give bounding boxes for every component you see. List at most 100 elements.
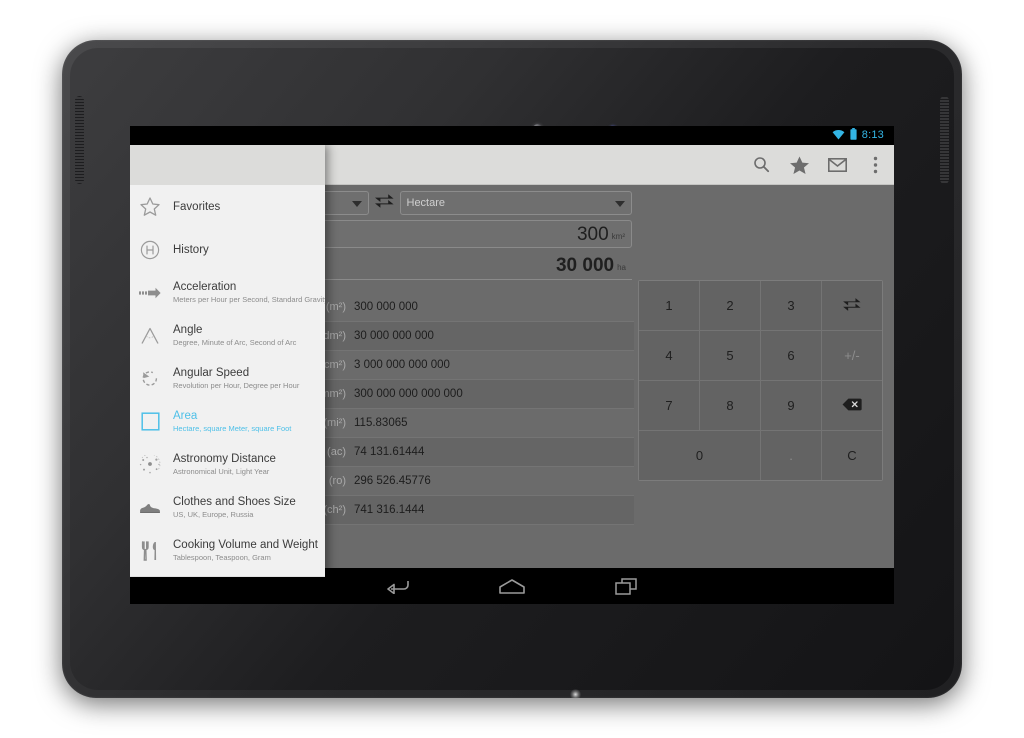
unit-abbreviation: (ac)	[327, 446, 346, 458]
key-decimal-label: .	[789, 448, 793, 463]
wifi-icon	[832, 127, 845, 145]
key-1-label: 1	[665, 298, 673, 313]
key-plus-minus-label: +/-	[844, 348, 860, 363]
drawer-item-angular-speed[interactable]: Angular Speed Revolution per Hour, Degree…	[130, 357, 325, 400]
chevron-down-icon	[615, 201, 625, 207]
drawer-item-clothes-and-shoes-size[interactable]: Clothes and Shoes Size US, UK, Europe, Ru…	[130, 486, 325, 529]
unit-value: 74 131.61444	[354, 446, 425, 458]
drawer-item-label: Favorites	[173, 200, 221, 213]
key-4[interactable]: 4	[639, 331, 699, 380]
overflow-menu-icon[interactable]	[856, 145, 894, 185]
unit-value: 30 000 000 000	[354, 330, 434, 342]
drawer-item-list: Favorites History Acceleration Meters per H…	[130, 185, 325, 572]
unit-value: 300 000 000	[354, 301, 418, 313]
drawer-item-label: Clothes and Shoes Size	[173, 496, 296, 508]
unit-value: 3 000 000 000 000	[354, 359, 450, 371]
key-backspace[interactable]	[822, 381, 882, 430]
drawer-item-label: Acceleration	[173, 281, 237, 293]
drawer-item-subtitle: Degree, Minute of Arc, Second of Arc	[173, 338, 297, 347]
drawer-item-favorites[interactable]: Favorites	[130, 185, 325, 228]
numeric-keypad: 1 2 3 4 5 6 +/- 7 8 9 0. C	[638, 280, 883, 481]
stars-galaxy-icon	[138, 453, 162, 477]
navigation-drawer: Favorites History Acceleration Meters per H…	[130, 145, 325, 577]
swap-units-icon	[843, 297, 861, 315]
key-2[interactable]: 2	[700, 281, 760, 330]
key-7[interactable]: 7	[639, 381, 699, 430]
nav-home-icon[interactable]	[494, 571, 530, 601]
key-8[interactable]: 8	[700, 381, 760, 430]
key-6-label: 6	[787, 348, 795, 363]
nav-recents-icon[interactable]	[608, 571, 644, 601]
unit-value: 296 526.45776	[354, 475, 431, 487]
nav-back-icon[interactable]	[380, 571, 416, 601]
rotation-arrow-icon	[138, 367, 162, 391]
swap-units-icon[interactable]	[374, 193, 394, 214]
to-unit-spinner[interactable]: Hectare	[399, 191, 632, 215]
to-value: 30 000	[555, 255, 615, 276]
star-outline-icon	[138, 195, 162, 219]
key-2-label: 2	[726, 298, 734, 313]
unit-abbreviation: (ch²)	[323, 504, 346, 516]
android-status-bar: 8:13	[130, 126, 894, 145]
key-decimal[interactable]: .	[761, 431, 821, 480]
unit-value: 115.83065	[354, 417, 408, 429]
square-outline-icon	[138, 410, 162, 434]
drawer-item-acceleration[interactable]: Acceleration Meters per Hour per Second, …	[130, 271, 325, 314]
key-0[interactable]: 0	[639, 431, 760, 480]
unit-value: 741 316.1444	[354, 504, 425, 516]
drawer-item-texts: Acceleration Meters per Hour per Second, …	[173, 280, 325, 305]
drawer-item-label: Cooking Volume and Weight	[173, 539, 318, 551]
to-unit-label: Hectare	[406, 197, 446, 209]
drawer-bottom-divider	[130, 576, 325, 577]
drawer-header	[130, 145, 325, 185]
favorite-star-icon[interactable]	[780, 145, 818, 185]
drawer-item-label: Angle	[173, 324, 203, 336]
drawer-item-label: History	[173, 243, 209, 256]
drawer-item-subtitle: Tablespoon, Teaspoon, Gram	[173, 553, 271, 562]
drawer-item-history[interactable]: History	[130, 228, 325, 271]
drawer-item-label: Astronomy Distance	[173, 453, 276, 465]
key-5-label: 5	[726, 348, 734, 363]
drawer-item-texts: Angle Degree, Minute of Arc, Second of Ar…	[173, 323, 296, 348]
drawer-item-texts: Astronomy Distance Astronomical Unit, Lig…	[173, 452, 276, 477]
speaker-grille-right	[940, 96, 949, 184]
drawer-item-angle[interactable]: Angle Degree, Minute of Arc, Second of Ar…	[130, 314, 325, 357]
to-value-unit: ha	[617, 263, 626, 272]
key-plus-minus[interactable]: +/-	[822, 331, 882, 380]
drawer-item-texts: Clothes and Shoes Size US, UK, Europe, Ru…	[173, 495, 296, 520]
from-value-unit: km²	[611, 232, 625, 241]
unit-abbreviation: (ro)	[328, 475, 346, 487]
drawer-item-cooking-volume-and-weight[interactable]: Cooking Volume and Weight Tablespoon, Tea…	[130, 529, 325, 572]
mail-envelope-icon[interactable]	[818, 145, 856, 185]
device-screen: 8:13 Universal Unit Converter	[130, 126, 894, 604]
drawer-item-subtitle: Meters per Hour per Second, Standard Gra…	[173, 295, 325, 304]
key-clear[interactable]: C	[822, 431, 882, 480]
drawer-item-texts: Favorites	[173, 200, 220, 214]
drawer-item-astronomy-distance[interactable]: Astronomy Distance Astronomical Unit, Lig…	[130, 443, 325, 486]
drawer-item-texts: Cooking Volume and Weight Tablespoon, Tea…	[173, 538, 318, 563]
status-bar-clock: 8:13	[861, 129, 884, 141]
shoe-icon	[138, 496, 162, 520]
drawer-item-subtitle: US, UK, Europe, Russia	[173, 510, 254, 519]
drawer-item-area[interactable]: Area Hectare, square Meter, square Foot	[130, 400, 325, 443]
key-4-label: 4	[665, 348, 673, 363]
fork-knife-icon	[138, 539, 162, 563]
key-clear-label: C	[847, 448, 857, 463]
key-5[interactable]: 5	[700, 331, 760, 380]
drawer-item-subtitle: Hectare, square Meter, square Foot	[173, 424, 292, 433]
speaker-grille-left	[75, 96, 84, 184]
key-8-label: 8	[726, 398, 734, 413]
key-3[interactable]: 3	[761, 281, 821, 330]
battery-icon	[850, 127, 857, 145]
key-swap[interactable]	[822, 281, 882, 330]
key-6[interactable]: 6	[761, 331, 821, 380]
drawer-item-label: Angular Speed	[173, 367, 250, 379]
search-icon[interactable]	[742, 145, 780, 185]
key-9-label: 9	[787, 398, 795, 413]
key-0-label: 0	[695, 448, 704, 463]
key-9[interactable]: 9	[761, 381, 821, 430]
key-7-label: 7	[665, 398, 673, 413]
unit-value: 300 000 000 000 000	[354, 388, 463, 400]
key-1[interactable]: 1	[639, 281, 699, 330]
angle-icon	[138, 324, 162, 348]
